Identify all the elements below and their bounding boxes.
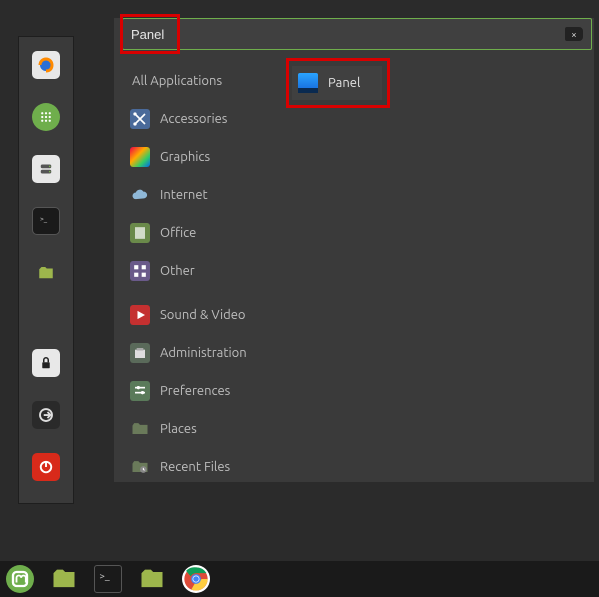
cat-label: Office	[160, 226, 196, 240]
app-menu: × All Applications Accessories Graphics …	[114, 18, 594, 482]
launcher-strip: >_	[18, 36, 74, 504]
cat-graphics[interactable]: Graphics	[124, 138, 284, 176]
cat-label: Administration	[160, 346, 247, 360]
prefs-icon	[130, 381, 150, 401]
cat-label: Graphics	[160, 150, 210, 164]
shutdown-icon[interactable]	[32, 453, 60, 481]
cat-sound-video[interactable]: Sound & Video	[124, 296, 284, 334]
scissors-icon	[130, 109, 150, 129]
clear-search-icon[interactable]: ×	[565, 27, 583, 41]
panel-app-icon	[298, 73, 318, 93]
cat-label: All Applications	[132, 74, 222, 88]
tb-terminal-icon[interactable]: >_	[94, 565, 122, 593]
result-panel[interactable]: Panel	[292, 66, 382, 100]
category-list: All Applications Accessories Graphics In…	[124, 62, 284, 486]
recent-icon	[130, 457, 150, 477]
tb-chrome-icon[interactable]	[182, 565, 210, 593]
taskbar: >_	[0, 561, 599, 597]
disks-icon[interactable]	[32, 155, 60, 183]
search-field-wrap: ×	[122, 18, 592, 50]
svg-text:>_: >_	[99, 570, 109, 581]
cloud-icon	[130, 185, 150, 205]
cat-accessories[interactable]: Accessories	[124, 100, 284, 138]
cat-office[interactable]: Office	[124, 214, 284, 252]
folder-icon	[130, 419, 150, 439]
graphics-icon	[130, 147, 150, 167]
search-input[interactable]	[131, 27, 565, 42]
cat-label: Accessories	[160, 112, 227, 126]
cat-label: Preferences	[160, 384, 230, 398]
cat-recent-files[interactable]: Recent Files	[124, 448, 284, 486]
logout-icon[interactable]	[32, 401, 60, 429]
cat-internet[interactable]: Internet	[124, 176, 284, 214]
cat-preferences[interactable]: Preferences	[124, 372, 284, 410]
admin-icon	[130, 343, 150, 363]
lock-icon[interactable]	[32, 349, 60, 377]
cat-administration[interactable]: Administration	[124, 334, 284, 372]
grid-icon	[130, 261, 150, 281]
mint-menu-icon[interactable]	[6, 565, 34, 593]
cat-label: Places	[160, 422, 197, 436]
cat-label: Other	[160, 264, 195, 278]
cat-label: Recent Files	[160, 460, 230, 474]
cat-label: Sound & Video	[160, 308, 246, 322]
cat-label: Internet	[160, 188, 208, 202]
svg-text:>_: >_	[40, 216, 48, 223]
play-icon	[130, 305, 150, 325]
cat-all-applications[interactable]: All Applications	[124, 62, 284, 100]
cat-places[interactable]: Places	[124, 410, 284, 448]
tb-files-icon[interactable]	[50, 565, 78, 593]
files-icon[interactable]	[32, 259, 60, 287]
tb-file-manager-icon[interactable]	[138, 565, 166, 593]
cat-other[interactable]: Other	[124, 252, 284, 290]
apps-icon[interactable]	[32, 103, 60, 131]
office-icon	[130, 223, 150, 243]
terminal-icon[interactable]: >_	[32, 207, 60, 235]
result-label: Panel	[328, 76, 360, 90]
firefox-icon[interactable]	[32, 51, 60, 79]
